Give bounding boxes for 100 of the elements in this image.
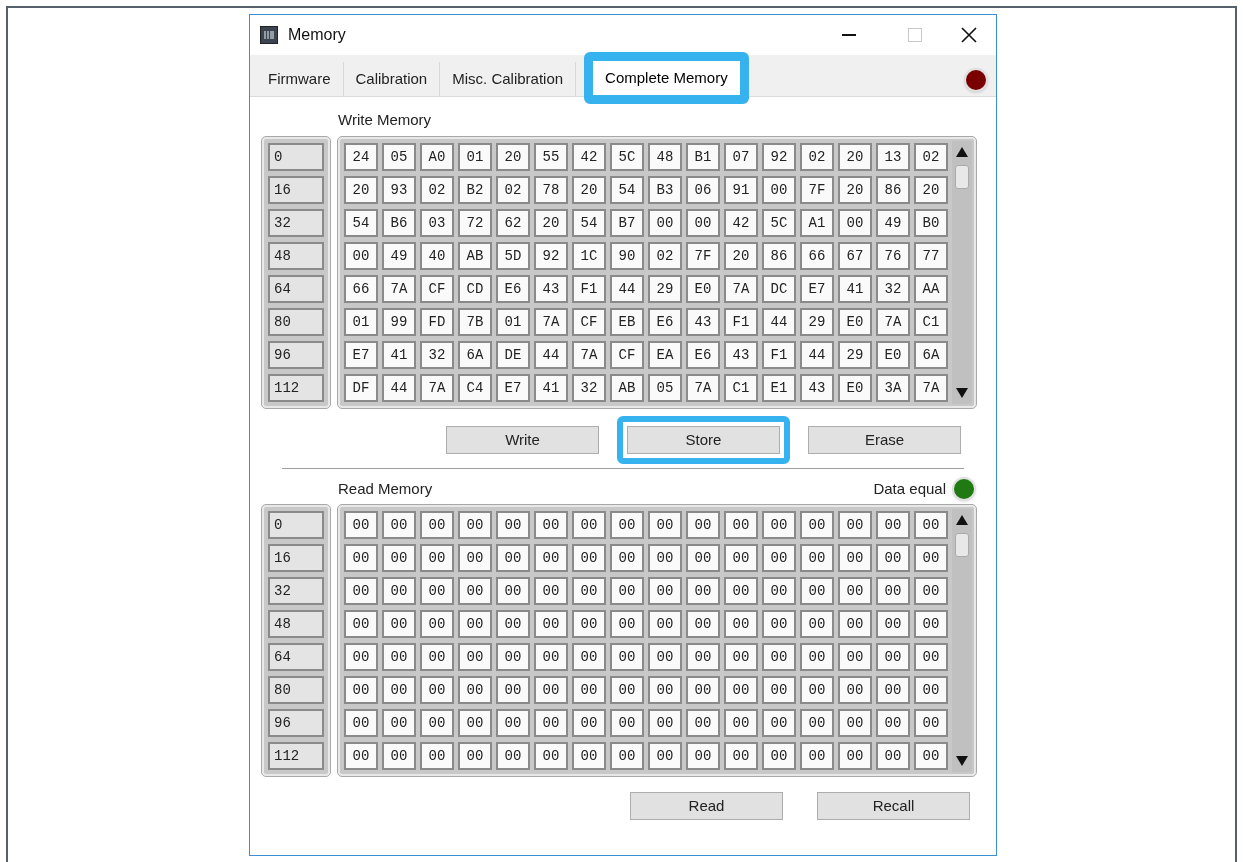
hex-cell[interactable]: 00 — [762, 577, 796, 605]
hex-cell[interactable]: 00 — [762, 643, 796, 671]
hex-cell[interactable]: 00 — [458, 676, 492, 704]
hex-cell[interactable]: 00 — [838, 709, 872, 737]
hex-cell[interactable]: 78 — [534, 176, 568, 204]
hex-cell[interactable]: 00 — [610, 577, 644, 605]
hex-cell[interactable]: 00 — [496, 577, 530, 605]
hex-cell[interactable]: 00 — [914, 709, 948, 737]
hex-cell[interactable]: 00 — [648, 742, 682, 770]
hex-cell[interactable]: 00 — [686, 577, 720, 605]
hex-cell[interactable]: 00 — [800, 610, 834, 638]
hex-cell[interactable]: 00 — [534, 610, 568, 638]
hex-cell[interactable]: 00 — [724, 742, 758, 770]
hex-cell[interactable]: 00 — [800, 643, 834, 671]
hex-cell[interactable]: 00 — [344, 742, 378, 770]
hex-cell[interactable]: 24 — [344, 143, 378, 171]
hex-cell[interactable]: 00 — [572, 511, 606, 539]
hex-cell[interactable]: 29 — [838, 341, 872, 369]
hex-cell[interactable]: 00 — [876, 709, 910, 737]
hex-cell[interactable]: 54 — [572, 209, 606, 237]
hex-cell[interactable]: C1 — [914, 308, 948, 336]
hex-cell[interactable]: 00 — [534, 544, 568, 572]
hex-cell[interactable]: 42 — [572, 143, 606, 171]
hex-cell[interactable]: 6A — [458, 341, 492, 369]
hex-cell[interactable]: DE — [496, 341, 530, 369]
hex-cell[interactable]: 00 — [838, 742, 872, 770]
hex-cell[interactable]: 00 — [382, 544, 416, 572]
hex-cell[interactable]: 00 — [610, 709, 644, 737]
hex-cell[interactable]: 00 — [838, 511, 872, 539]
hex-cell[interactable]: 00 — [458, 544, 492, 572]
hex-cell[interactable]: A0 — [420, 143, 454, 171]
hex-cell[interactable]: 02 — [496, 176, 530, 204]
hex-cell[interactable]: 00 — [838, 209, 872, 237]
hex-cell[interactable]: 00 — [648, 643, 682, 671]
button[interactable]: Read — [630, 792, 783, 820]
hex-cell[interactable]: 00 — [496, 544, 530, 572]
hex-cell[interactable]: 00 — [914, 544, 948, 572]
hex-cell[interactable]: 00 — [648, 511, 682, 539]
hex-cell[interactable]: 44 — [534, 341, 568, 369]
hex-cell[interactable]: 00 — [876, 610, 910, 638]
hex-cell[interactable]: 00 — [762, 544, 796, 572]
hex-cell[interactable]: 3A — [876, 374, 910, 402]
scroll-down-icon[interactable] — [956, 756, 968, 766]
hex-cell[interactable]: 41 — [382, 341, 416, 369]
hex-cell[interactable]: 00 — [838, 577, 872, 605]
hex-cell[interactable]: 42 — [724, 209, 758, 237]
hex-cell[interactable]: 20 — [572, 176, 606, 204]
hex-cell[interactable]: 92 — [534, 242, 568, 270]
hex-cell[interactable]: 00 — [572, 742, 606, 770]
hex-cell[interactable]: 54 — [610, 176, 644, 204]
hex-cell[interactable]: B6 — [382, 209, 416, 237]
hex-cell[interactable]: CF — [572, 308, 606, 336]
hex-cell[interactable]: 44 — [610, 275, 644, 303]
hex-cell[interactable]: 43 — [724, 341, 758, 369]
hex-cell[interactable]: 00 — [420, 511, 454, 539]
hex-cell[interactable]: 00 — [496, 511, 530, 539]
hex-cell[interactable]: 06 — [686, 176, 720, 204]
hex-cell[interactable]: 67 — [838, 242, 872, 270]
hex-cell[interactable]: 29 — [648, 275, 682, 303]
hex-cell[interactable]: 00 — [686, 544, 720, 572]
hex-cell[interactable]: 00 — [420, 577, 454, 605]
hex-cell[interactable]: 00 — [686, 610, 720, 638]
hex-cell[interactable]: 03 — [420, 209, 454, 237]
hex-cell[interactable]: 05 — [382, 143, 416, 171]
hex-cell[interactable]: 00 — [572, 709, 606, 737]
hex-cell[interactable]: 32 — [876, 275, 910, 303]
hex-cell[interactable]: 00 — [876, 511, 910, 539]
hex-cell[interactable]: 00 — [382, 610, 416, 638]
hex-cell[interactable]: DC — [762, 275, 796, 303]
hex-cell[interactable]: 00 — [458, 577, 492, 605]
hex-cell[interactable]: 00 — [648, 544, 682, 572]
hex-cell[interactable]: 49 — [876, 209, 910, 237]
hex-cell[interactable]: 01 — [344, 308, 378, 336]
hex-cell[interactable]: 86 — [876, 176, 910, 204]
hex-cell[interactable]: 00 — [724, 643, 758, 671]
hex-cell[interactable]: 00 — [686, 676, 720, 704]
hex-cell[interactable]: 72 — [458, 209, 492, 237]
hex-cell[interactable]: E6 — [686, 341, 720, 369]
hex-cell[interactable]: 13 — [876, 143, 910, 171]
scroll-thumb[interactable] — [955, 533, 969, 557]
hex-cell[interactable]: 00 — [458, 742, 492, 770]
hex-cell[interactable]: 92 — [762, 143, 796, 171]
scroll-thumb[interactable] — [955, 165, 969, 189]
hex-cell[interactable]: 00 — [686, 709, 720, 737]
button[interactable]: Write — [446, 426, 599, 454]
hex-cell[interactable]: 00 — [648, 209, 682, 237]
hex-cell[interactable]: 00 — [572, 610, 606, 638]
hex-cell[interactable]: 32 — [420, 341, 454, 369]
hex-cell[interactable]: 00 — [876, 544, 910, 572]
hex-cell[interactable]: 7A — [914, 374, 948, 402]
hex-cell[interactable]: 00 — [648, 577, 682, 605]
tab[interactable]: Complete Memory — [593, 61, 740, 95]
hex-cell[interactable]: 00 — [762, 176, 796, 204]
hex-cell[interactable]: 99 — [382, 308, 416, 336]
hex-cell[interactable]: 41 — [534, 374, 568, 402]
hex-cell[interactable]: 00 — [344, 242, 378, 270]
hex-cell[interactable]: 00 — [686, 742, 720, 770]
hex-cell[interactable]: 7B — [458, 308, 492, 336]
hex-cell[interactable]: DF — [344, 374, 378, 402]
hex-cell[interactable]: 00 — [610, 676, 644, 704]
